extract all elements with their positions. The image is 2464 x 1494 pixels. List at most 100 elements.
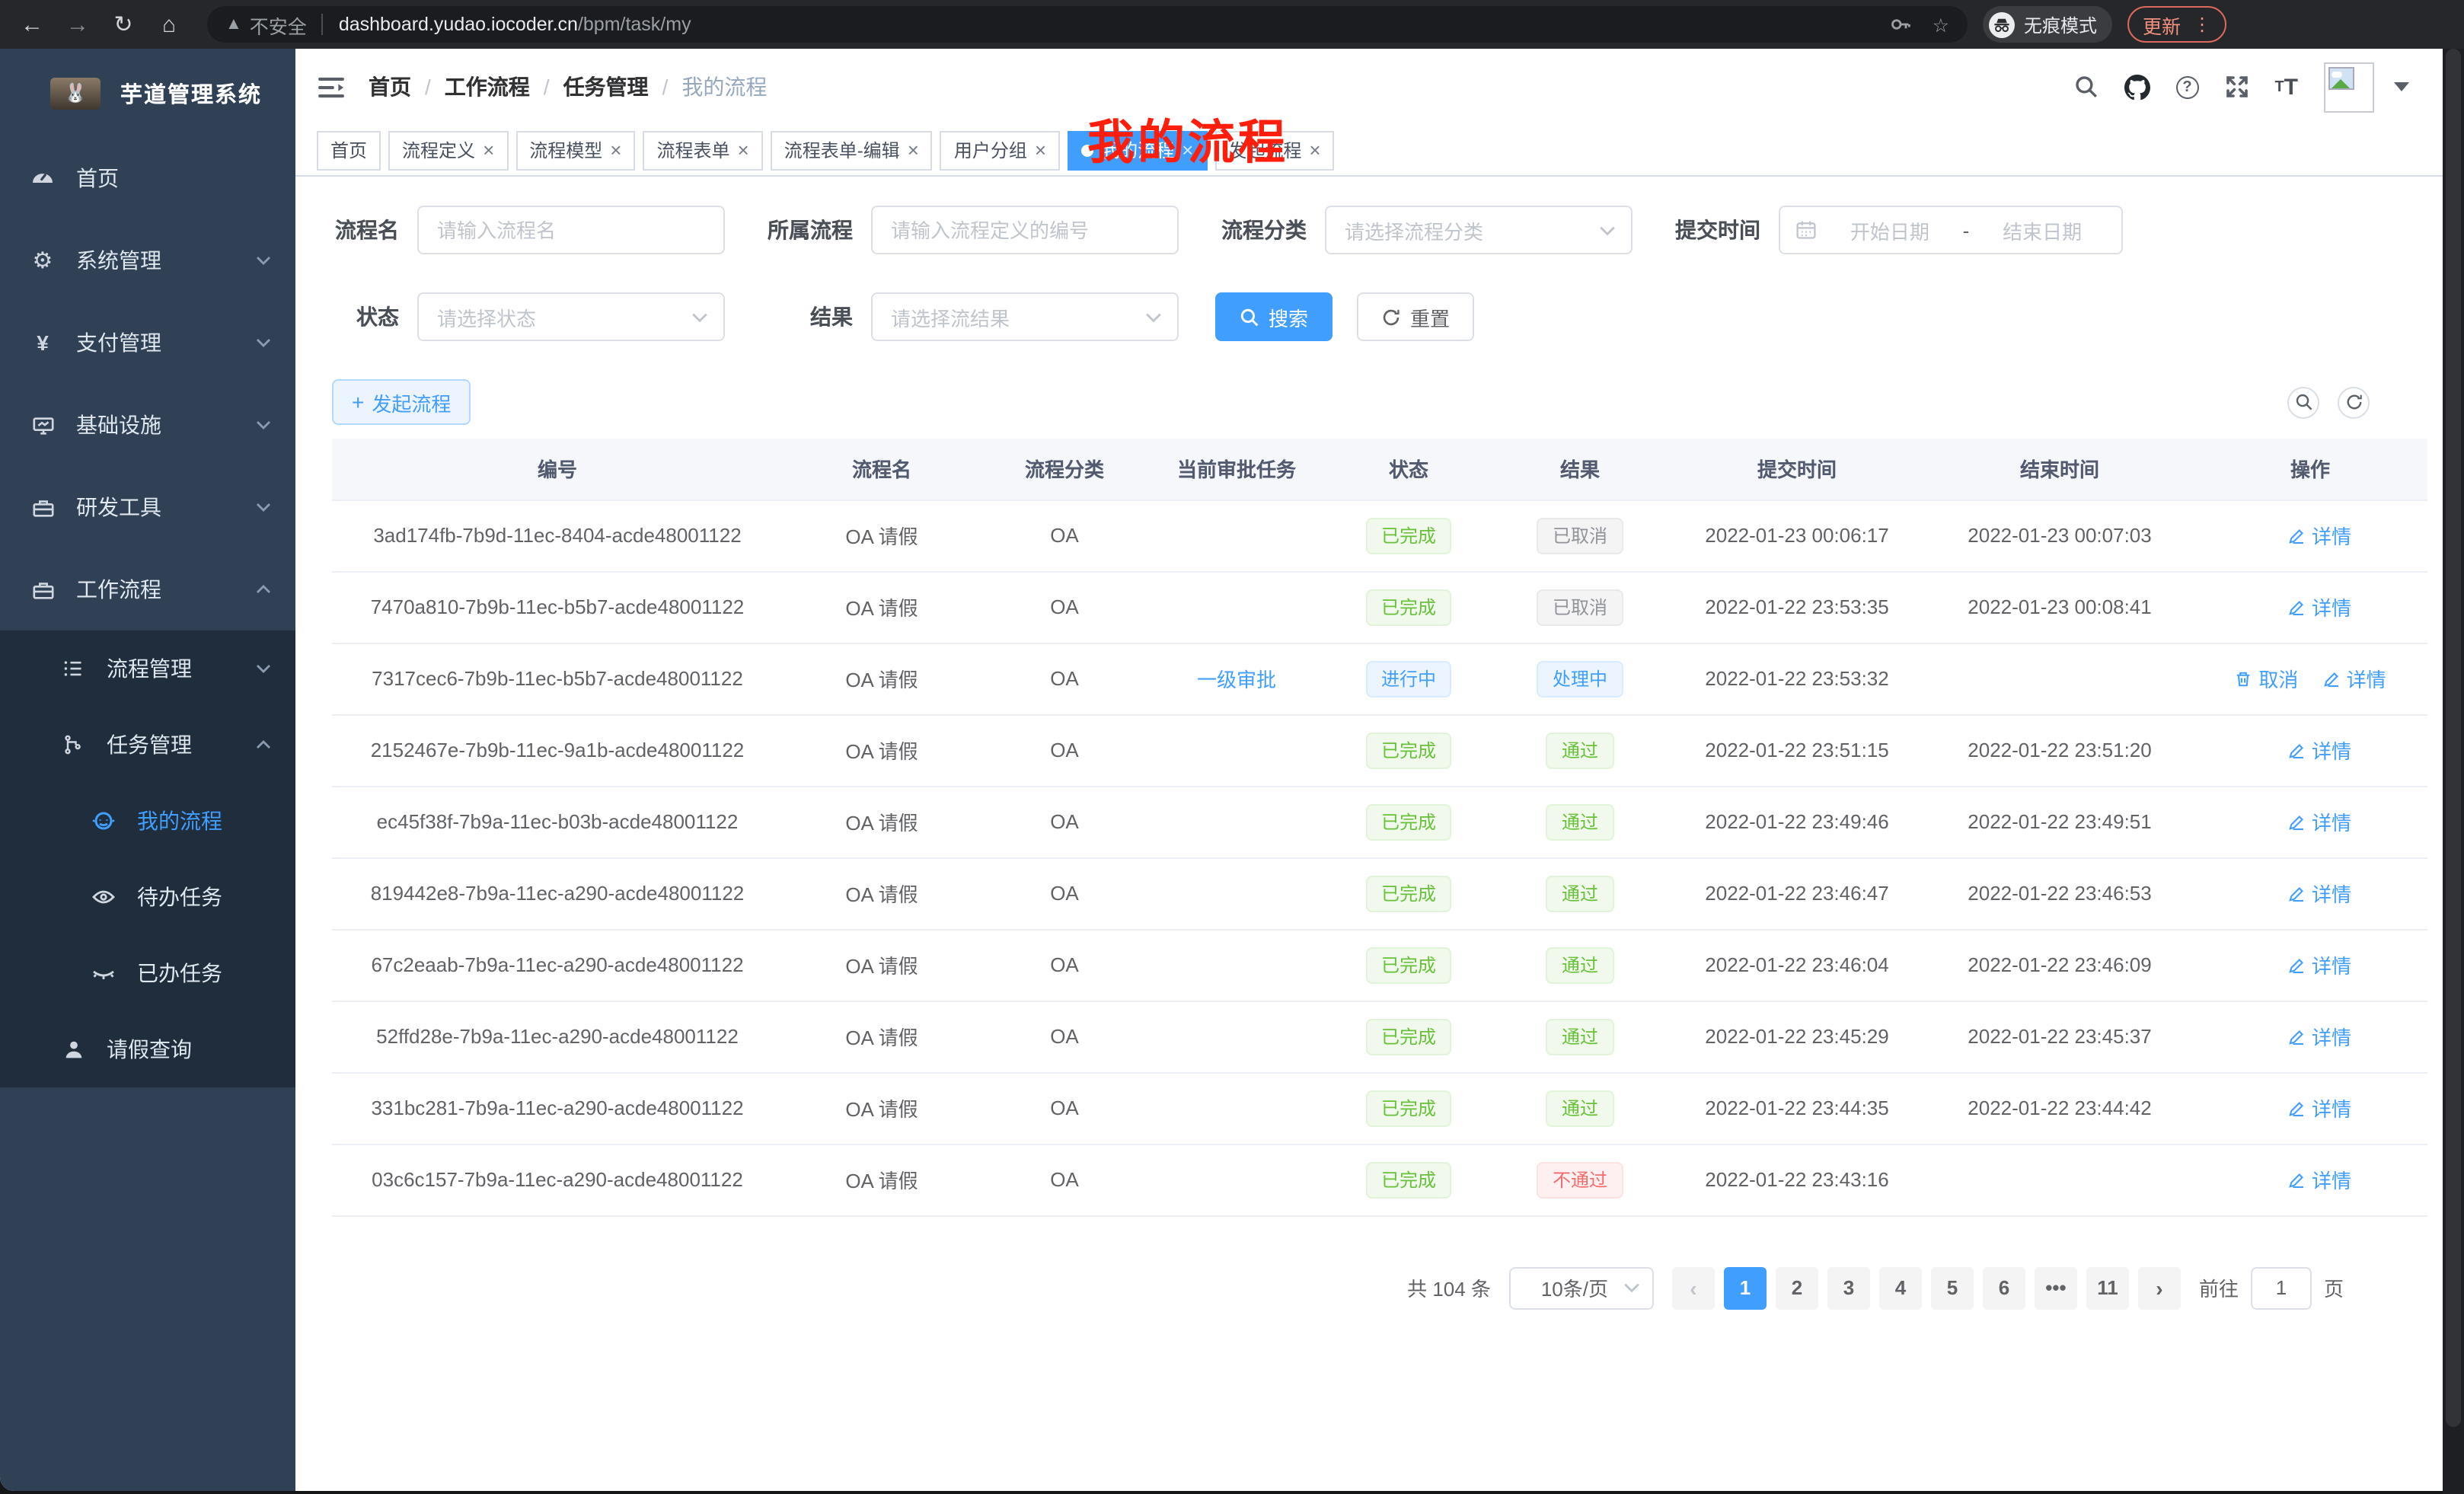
close-icon[interactable]: × [908,140,919,160]
search-icon[interactable] [2073,75,2098,99]
status-select[interactable]: 请选择状态 [417,292,725,341]
chevron-down-icon [256,253,271,268]
breadcrumb-item[interactable]: 任务管理 [563,72,649,102]
close-icon[interactable]: × [738,140,749,160]
back-icon[interactable]: ← [12,5,52,44]
github-icon[interactable] [2124,74,2150,100]
view-tab[interactable]: 流程模型 × [515,130,635,170]
refresh-table-button[interactable] [2338,386,2370,418]
page-number-button[interactable]: ••• [2035,1266,2077,1309]
search-button[interactable]: 搜索 [1215,292,1333,341]
detail-button[interactable]: 详情 [2287,736,2351,765]
sidebar-item-infra[interactable]: 基础设施 [0,384,295,466]
category-select[interactable]: 请选择流程分类 [1325,206,1633,254]
sidebar-item-payment[interactable]: ¥ 支付管理 [0,302,295,384]
end-date-placeholder[interactable]: 结束日期 [1978,215,2106,244]
help-icon[interactable]: ? [2175,75,2198,98]
result-select[interactable]: 请选择流结果 [871,292,1179,341]
detail-button[interactable]: 详情 [2287,1022,2351,1051]
home-icon[interactable]: ⌂ [149,5,189,44]
fullscreen-icon[interactable] [2224,75,2249,99]
sidebar-item-done-tasks[interactable]: 已办任务 [0,935,295,1011]
page-number-button[interactable]: 4 [1879,1266,1922,1309]
page-number-button[interactable]: 11 [2086,1266,2129,1309]
close-icon[interactable]: × [1309,140,1320,160]
url-host: dashboard.yudao.iocoder.cn [339,14,578,35]
cell-name: OA 请假 [783,571,981,643]
detail-button[interactable]: 详情 [2287,879,2351,908]
detail-button[interactable]: 详情 [2287,807,2351,836]
incognito-icon [1989,11,2015,37]
process-name-input[interactable] [417,206,725,254]
sidebar-item-todo-tasks[interactable]: 待办任务 [0,859,295,935]
cell-id: 819442e8-7b9a-11ec-a290-acde48001122 [332,857,783,929]
key-icon[interactable] [1890,14,1911,35]
pager: ‹ 1 2 3 4 5 6 [1672,1266,2181,1309]
breadcrumb-item[interactable]: 工作流程 [445,72,530,102]
view-tab[interactable]: 流程定义 × [388,130,508,170]
close-icon[interactable]: × [483,140,494,160]
next-page-button[interactable]: › [2138,1266,2181,1309]
bookmark-star-icon[interactable]: ☆ [1933,13,1949,36]
sidebar-item-devtools[interactable]: 研发工具 [0,466,295,548]
app-logo[interactable]: 🐰 芋道管理系统 [0,49,295,137]
sidebar-item-leave-query[interactable]: 请假查询 [0,1011,295,1087]
detail-button[interactable]: 详情 [2287,1093,2351,1122]
table-row: 7317cec6-7b9b-11ec-b5b7-acde48001122 OA … [332,643,2427,714]
cell-category: OA [981,929,1148,1001]
cell-submit-time: 2022-01-22 23:51:15 [1668,714,1926,786]
sidebar-item-system[interactable]: ⚙ 系统管理 [0,219,295,302]
detail-button[interactable]: 详情 [2287,521,2351,550]
sidebar-item-home[interactable]: 首页 [0,137,295,219]
page-number-button[interactable]: 6 [1983,1266,2025,1309]
table-row: 2152467e-7b9b-11ec-9a1b-acde48001122 OA … [332,714,2427,786]
reset-button[interactable]: 重置 [1357,292,1474,341]
sidebar-toggle-icon[interactable] [318,75,344,98]
breadcrumb-item[interactable]: 首页 [369,72,411,102]
process-definition-input[interactable] [871,206,1179,254]
cell-end-time: 2022-01-23 00:08:41 [1926,571,2193,643]
view-tab[interactable]: 流程表单 × [643,130,762,170]
detail-button[interactable]: 详情 [2287,950,2351,979]
detail-button[interactable]: 详情 [2287,1165,2351,1194]
status-placeholder: 请选择状态 [437,302,691,331]
forward-icon[interactable]: → [58,5,97,44]
sidebar-item-my-process[interactable]: 我的流程 [0,783,295,859]
view-tab[interactable]: 用户分组 × [940,130,1060,170]
view-tab[interactable]: 首页 × [317,130,381,170]
page-size-select[interactable]: 10条/页 [1509,1266,1654,1309]
font-size-icon[interactable]: TT [2274,74,2298,100]
view-tab[interactable]: 流程表单-编辑 × [771,130,933,170]
cancel-button[interactable]: 取消 [2234,664,2298,693]
avatar-dropdown-caret-icon[interactable] [2394,82,2409,91]
detail-button[interactable]: 详情 [2287,592,2351,621]
browser-menu-icon[interactable]: ⋮ [2193,14,2211,35]
toggle-search-button[interactable] [2287,386,2319,418]
page-scrollbar[interactable] [2443,49,2464,1494]
app-title: 芋道管理系统 [120,77,262,109]
avatar[interactable] [2324,62,2374,112]
scrollbar-thumb[interactable] [2446,49,2461,1427]
sidebar-item-workflow[interactable]: 工作流程 [0,548,295,630]
close-icon[interactable]: × [1035,140,1046,160]
page-number-button[interactable]: 5 [1931,1266,1974,1309]
update-button[interactable]: 更新 ⋮ [2127,6,2226,43]
reload-icon[interactable]: ↻ [104,5,143,44]
goto-page-input[interactable] [2251,1266,2312,1309]
current-task-link[interactable]: 一级审批 [1197,664,1276,693]
detail-button[interactable]: 详情 [2322,664,2386,693]
cell-id: 7317cec6-7b9b-11ec-b5b7-acde48001122 [332,643,783,714]
detail-label: 详情 [2312,521,2351,550]
start-date-placeholder[interactable]: 开始日期 [1826,215,1954,244]
submit-time-range-picker[interactable]: 开始日期 - 结束日期 [1779,206,2123,254]
prev-page-button[interactable]: ‹ [1672,1266,1715,1309]
page-number-button[interactable]: 3 [1827,1266,1870,1309]
sidebar-item-process-mgmt[interactable]: 流程管理 [0,630,295,707]
page-number-button[interactable]: 1 [1724,1266,1767,1309]
toolbox-icon [30,578,55,601]
start-process-button[interactable]: + 发起流程 [332,379,471,425]
page-number-button[interactable]: 2 [1776,1266,1818,1309]
close-icon[interactable]: × [610,140,621,160]
url-bar[interactable]: ▲ 不安全 dashboard.yudao.iocoder.cn/bpm/tas… [207,6,1968,43]
sidebar-item-task-mgmt[interactable]: 任务管理 [0,707,295,783]
